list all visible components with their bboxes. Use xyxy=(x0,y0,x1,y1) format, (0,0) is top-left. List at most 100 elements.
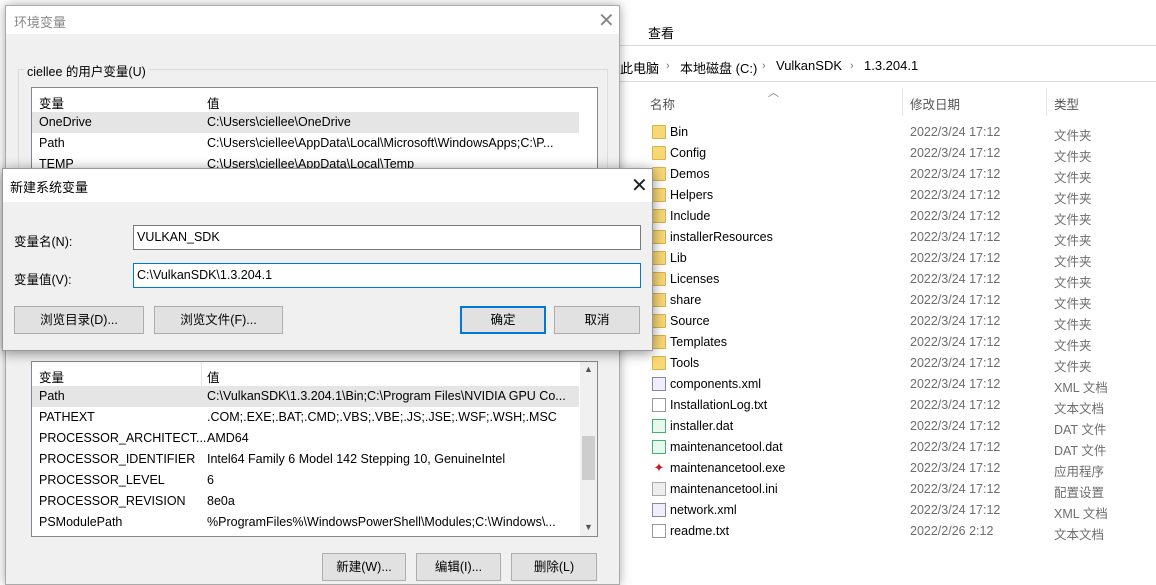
folder-icon xyxy=(652,293,666,307)
folder-icon xyxy=(652,209,666,223)
scroll-up-icon[interactable]: ▲ xyxy=(584,364,593,374)
breadcrumb-item[interactable]: VulkanSDK xyxy=(776,58,842,73)
file-type: 文件夹 xyxy=(1054,297,1092,311)
file-row[interactable]: Bin 2022/3/24 17:12 文件夹 xyxy=(600,122,1156,143)
file-row[interactable]: maintenancetool.dat 2022/3/24 17:12 DAT … xyxy=(600,437,1156,458)
column-separator[interactable] xyxy=(1046,88,1047,116)
browse-directory-button[interactable]: 浏览目录(D)... xyxy=(14,306,144,334)
close-icon[interactable]: ✕ xyxy=(598,8,615,33)
file-row[interactable]: Tools 2022/3/24 17:12 文件夹 xyxy=(600,353,1156,374)
file-row[interactable]: share 2022/3/24 17:12 文件夹 xyxy=(600,290,1156,311)
breadcrumb-item[interactable]: 本地磁盘 (C:) xyxy=(680,58,757,77)
variable-row[interactable]: PATHEXT .COM;.EXE;.BAT;.CMD;.VBS;.VBE;.JS… xyxy=(32,407,579,428)
variable-row[interactable]: PROCESSOR_LEVEL 6 xyxy=(32,470,579,491)
column-date[interactable]: 修改日期 xyxy=(910,94,960,113)
header-value[interactable]: 值 xyxy=(207,93,220,112)
file-date: 2022/3/24 17:12 xyxy=(910,167,1001,181)
file-row[interactable]: Helpers 2022/3/24 17:12 文件夹 xyxy=(600,185,1156,206)
file-row[interactable]: Include 2022/3/24 17:12 文件夹 xyxy=(600,206,1156,227)
file-row[interactable]: Lib 2022/3/24 17:12 文件夹 xyxy=(600,248,1156,269)
header-variable[interactable]: 变量 xyxy=(39,367,64,386)
file-row[interactable]: ✦ maintenancetool.exe 2022/3/24 17:12 应用… xyxy=(600,458,1156,480)
variable-name: PSModulePath xyxy=(39,515,123,529)
scroll-down-icon[interactable]: ▼ xyxy=(584,522,593,532)
chevron-right-icon[interactable]: › xyxy=(850,60,854,72)
variable-row[interactable]: OneDrive C:\Users\ciellee\OneDrive xyxy=(32,112,579,133)
variable-name: OneDrive xyxy=(39,115,92,129)
file-row[interactable]: components.xml 2022/3/24 17:12 XML 文档 xyxy=(600,374,1156,395)
file-date: 2022/3/24 17:12 xyxy=(910,188,1001,202)
file-name: installer.dat xyxy=(670,419,734,433)
file-date: 2022/3/24 17:12 xyxy=(910,293,1001,307)
scroll-thumb[interactable] xyxy=(582,436,595,480)
column-type[interactable]: 类型 xyxy=(1054,94,1079,113)
column-separator[interactable] xyxy=(201,362,202,386)
file-name: Lib xyxy=(670,251,687,265)
file-row[interactable]: installer.dat 2022/3/24 17:12 DAT 文件 xyxy=(600,416,1156,437)
new-button[interactable]: 新建(W)... xyxy=(322,553,406,581)
file-row[interactable]: InstallationLog.txt 2022/3/24 17:12 文本文档 xyxy=(600,395,1156,416)
variable-value-input[interactable]: C:\VulkanSDK\1.3.204.1 xyxy=(133,263,641,288)
file-row[interactable]: network.xml 2022/3/24 17:12 XML 文档 xyxy=(600,500,1156,521)
variable-row[interactable]: PROCESSOR_IDENTIFIER Intel64 Family 6 Mod… xyxy=(32,449,579,470)
file-date: 2022/3/24 17:12 xyxy=(910,461,1001,475)
scrollbar[interactable]: ▲ ▼ xyxy=(580,362,597,536)
close-icon[interactable]: ✕ xyxy=(631,173,648,198)
browse-file-button[interactable]: 浏览文件(F)... xyxy=(154,306,283,334)
file-type: DAT 文件 xyxy=(1054,423,1107,437)
edit-button[interactable]: 编辑(I)... xyxy=(416,553,501,581)
file-row[interactable]: installerResources 2022/3/24 17:12 文件夹 xyxy=(600,227,1156,248)
variable-value: %ProgramFiles%\WindowsPowerShell\Modules… xyxy=(207,515,556,529)
variable-row[interactable]: PROCESSOR_REVISION 8e0a xyxy=(32,491,579,512)
variable-row[interactable]: PROCESSOR_ARCHITECT... AMD64 xyxy=(32,428,579,449)
file-row[interactable]: Licenses 2022/3/24 17:12 文件夹 xyxy=(600,269,1156,290)
variable-value: Intel64 Family 6 Model 142 Stepping 10, … xyxy=(207,452,506,466)
file-type: 文件夹 xyxy=(1054,234,1092,248)
chevron-right-icon[interactable]: › xyxy=(762,60,766,72)
folder-icon xyxy=(652,251,666,265)
file-date: 2022/3/24 17:12 xyxy=(910,482,1001,496)
variable-row[interactable]: Path C:\VulkanSDK\1.3.204.1\Bin;C:\Progra… xyxy=(32,386,579,407)
file-name: installerResources xyxy=(670,230,773,244)
file-row[interactable]: Config 2022/3/24 17:12 文件夹 xyxy=(600,143,1156,164)
variable-name: PROCESSOR_LEVEL xyxy=(39,473,165,487)
file-name: Config xyxy=(670,146,707,160)
column-name[interactable]: 名称 xyxy=(650,94,675,113)
file-name: Source xyxy=(670,314,710,328)
ok-button[interactable]: 确定 xyxy=(460,306,546,334)
variable-name: Path xyxy=(39,136,65,150)
file-date: 2022/3/24 17:12 xyxy=(910,419,1001,433)
file-type: 文件夹 xyxy=(1054,129,1092,143)
file-row[interactable]: readme.txt 2022/2/26 2:12 文本文档 xyxy=(600,521,1156,542)
file-type: 文件夹 xyxy=(1054,213,1092,227)
file-name: Bin xyxy=(670,125,689,139)
variable-row[interactable]: Path C:\Users\ciellee\AppData\Local\Micro… xyxy=(32,133,579,154)
file-row[interactable]: Demos 2022/3/24 17:12 文件夹 xyxy=(600,164,1156,185)
file-type: 文件夹 xyxy=(1054,192,1092,206)
variable-name-input[interactable]: VULKAN_SDK xyxy=(133,225,641,250)
breadcrumb-item[interactable]: 1.3.204.1 xyxy=(864,58,918,73)
file-name: maintenancetool.ini xyxy=(670,482,778,496)
file-type: 文件夹 xyxy=(1054,276,1092,290)
breadcrumb-item[interactable]: 此电脑 xyxy=(620,58,659,77)
header-variable[interactable]: 变量 xyxy=(39,93,64,112)
file-date: 2022/3/24 17:12 xyxy=(910,125,1001,139)
ribbon-tab-view[interactable]: 查看 xyxy=(648,23,674,42)
file-row[interactable]: Templates 2022/3/24 17:12 文件夹 xyxy=(600,332,1156,353)
file-type: 文件夹 xyxy=(1054,255,1092,269)
file-row[interactable]: maintenancetool.ini 2022/3/24 17:12 配置设置 xyxy=(600,479,1156,500)
cancel-button[interactable]: 取消 xyxy=(554,306,640,334)
column-separator[interactable] xyxy=(902,88,903,116)
folder-icon xyxy=(652,125,666,139)
chevron-right-icon[interactable]: › xyxy=(666,60,670,72)
system-vars-list[interactable]: 变量 值 Path C:\VulkanSDK\1.3.204.1\Bin;C:\Pr… xyxy=(31,361,598,537)
file-type: 应用程序 xyxy=(1054,465,1105,479)
variable-value: .COM;.EXE;.BAT;.CMD;.VBS;.VBE;.JS;.JSE;.… xyxy=(207,410,557,424)
variable-value: 8e0a xyxy=(207,494,235,508)
variable-row[interactable]: PSModulePath %ProgramFiles%\WindowsPowerS… xyxy=(32,512,579,533)
folder-icon xyxy=(652,146,666,160)
header-value[interactable]: 值 xyxy=(207,367,220,386)
delete-button[interactable]: 删除(L) xyxy=(511,553,597,581)
file-name: maintenancetool.exe xyxy=(670,461,786,475)
file-row[interactable]: Source 2022/3/24 17:12 文件夹 xyxy=(600,311,1156,332)
